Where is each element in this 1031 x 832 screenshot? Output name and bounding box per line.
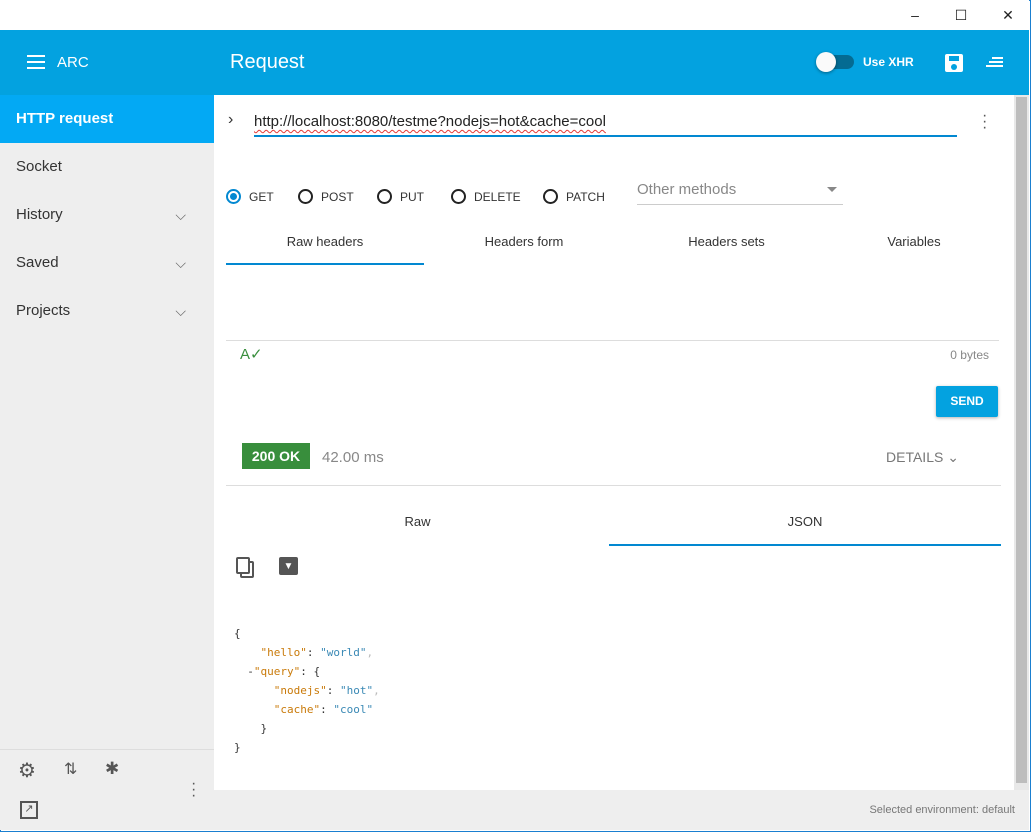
chevron-down-icon: ⌵ <box>175 303 186 319</box>
chevron-down-icon: ⌵ <box>175 207 186 223</box>
json-key: "query" <box>253 665 301 678</box>
json-brace: } <box>260 722 268 735</box>
sidebar: HTTP request Socket History ⌵ Saved ⌵ Proj… <box>0 95 214 830</box>
json-key: "hello" <box>260 646 307 659</box>
json-brace: } <box>234 741 241 754</box>
method-label: PUT <box>400 189 424 204</box>
spellcheck-icon[interactable]: A✓ <box>240 345 263 363</box>
expand-url-icon[interactable]: › <box>228 111 233 129</box>
json-viewer: { "hello": "world", -"query": { "nodejs"… <box>234 627 380 754</box>
chevron-down-icon: ⌵ <box>175 255 186 271</box>
json-brace: { <box>234 627 241 640</box>
method-delete[interactable]: DELETE <box>451 188 521 206</box>
tab-raw[interactable]: Raw <box>226 514 609 529</box>
method-label: DELETE <box>474 189 521 204</box>
tab-headers-sets[interactable]: Headers sets <box>624 234 829 249</box>
json-key: "cache" <box>273 703 321 716</box>
bug-icon[interactable]: ✱ <box>105 759 119 779</box>
sidebar-item-label: Saved <box>16 254 59 271</box>
sidebar-item-http-request[interactable]: HTTP request <box>0 95 214 143</box>
close-button[interactable]: ✕ <box>993 4 1023 26</box>
method-patch[interactable]: PATCH <box>543 188 605 206</box>
raw-headers-editor[interactable] <box>226 265 999 341</box>
json-value: "hot" <box>339 684 374 697</box>
environment-status[interactable]: Selected environment: default <box>869 804 1015 816</box>
tab-json[interactable]: JSON <box>609 514 1001 529</box>
chevron-down-icon: ⌄ <box>947 449 959 465</box>
method-post[interactable]: POST <box>298 188 354 206</box>
sidebar-item-label: History <box>16 206 63 223</box>
details-label: DETAILS <box>886 449 944 465</box>
json-key: "nodejs" <box>273 684 327 697</box>
more-vert-icon[interactable]: · · · <box>191 776 196 804</box>
save-response-icon[interactable]: ▼ <box>279 557 298 575</box>
active-tab-indicator <box>609 544 1001 546</box>
method-label: POST <box>321 189 354 204</box>
title-bar: – ☐ ✕ <box>0 0 1029 30</box>
send-button[interactable]: SEND <box>936 386 998 417</box>
response-time: 42.00 ms <box>322 449 384 466</box>
footer: Selected environment: default <box>214 790 1029 830</box>
tab-variables[interactable]: Variables <box>829 234 999 249</box>
app-header: ARC Request Use XHR <box>0 30 1029 95</box>
other-methods-dropdown[interactable]: Other methods <box>637 181 843 205</box>
method-put[interactable]: PUT <box>377 188 424 206</box>
copy-icon[interactable] <box>236 557 250 574</box>
sidebar-item-projects[interactable]: Projects ⌵ <box>0 287 214 335</box>
status-badge: 200 OK <box>242 443 310 469</box>
settings-icon[interactable]: ⚙ <box>18 758 36 783</box>
maximize-button[interactable]: ☐ <box>946 4 976 26</box>
use-xhr-label: Use XHR <box>863 55 914 69</box>
import-export-icon[interactable]: ⇅ <box>64 759 77 779</box>
radio-delete[interactable] <box>451 189 466 205</box>
body-size: 0 bytes <box>950 348 989 362</box>
radio-post[interactable] <box>298 189 313 205</box>
method-get[interactable]: GET <box>226 188 274 206</box>
other-methods-placeholder: Other methods <box>637 181 737 198</box>
sidebar-item-label: HTTP request <box>16 110 114 127</box>
request-panel: › http://localhost:8080/testme?nodejs=ho… <box>214 95 1014 790</box>
dropdown-arrow-icon <box>827 187 837 197</box>
method-label: PATCH <box>566 189 605 204</box>
tab-headers-form[interactable]: Headers form <box>424 234 624 249</box>
radio-put[interactable] <box>377 189 392 205</box>
use-xhr-toggle[interactable] <box>816 52 854 72</box>
sidebar-item-saved[interactable]: Saved ⌵ <box>0 239 214 287</box>
details-button[interactable]: DETAILS ⌄ <box>886 449 959 466</box>
method-label: GET <box>249 189 274 204</box>
page-title: Request <box>230 51 305 73</box>
json-value: "world" <box>320 646 367 659</box>
url-menu-icon[interactable]: · · · <box>982 108 987 136</box>
json-value: "cool" <box>333 703 374 716</box>
open-external-icon[interactable]: ↗ <box>20 801 38 819</box>
url-input[interactable]: http://localhost:8080/testme?nodejs=hot&… <box>254 113 957 137</box>
minimize-button[interactable]: – <box>900 4 930 26</box>
scrollbar-thumb[interactable] <box>1016 97 1027 783</box>
sidebar-item-label: Projects <box>16 302 71 319</box>
tab-raw-headers[interactable]: Raw headers <box>226 234 424 249</box>
sidebar-item-history[interactable]: History ⌵ <box>0 191 214 239</box>
app-name: ARC <box>57 54 89 71</box>
sidebar-divider <box>0 749 214 750</box>
radio-patch[interactable] <box>543 189 558 205</box>
radio-get[interactable] <box>226 189 241 205</box>
sidebar-item-label: Socket <box>16 158 62 175</box>
collapse-toggle[interactable]: - <box>247 665 254 678</box>
sidebar-item-socket[interactable]: Socket <box>0 143 214 191</box>
menu-icon[interactable] <box>27 55 45 69</box>
save-icon[interactable] <box>945 54 963 72</box>
request-menu-icon[interactable] <box>986 57 1003 67</box>
divider <box>226 485 1001 486</box>
